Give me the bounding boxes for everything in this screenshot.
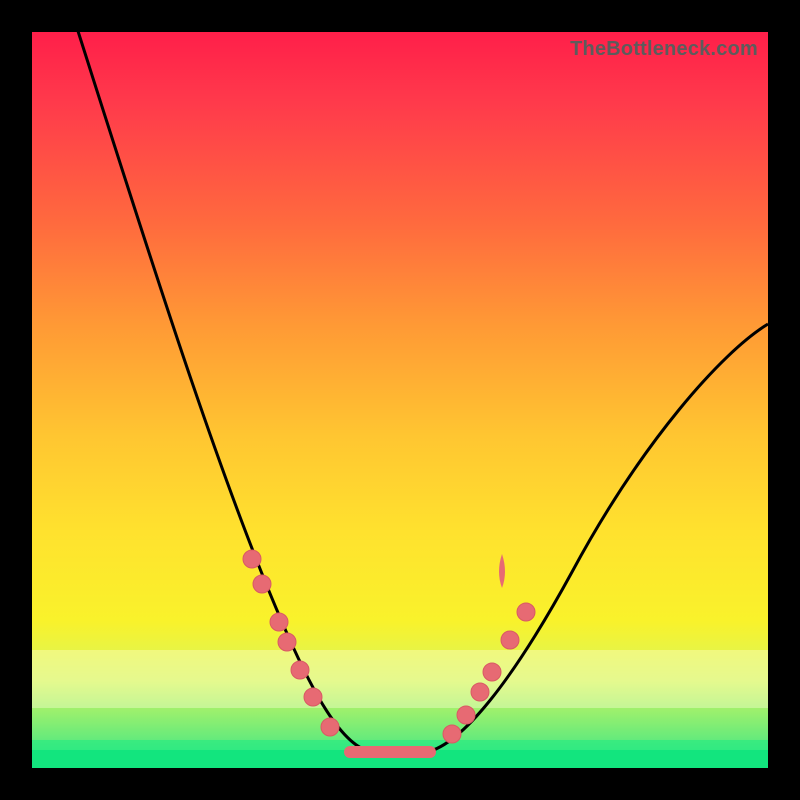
tear-icon <box>499 554 505 588</box>
marker-dot <box>304 688 322 706</box>
marker-dot <box>471 683 489 701</box>
marker-dot <box>321 718 339 736</box>
marker-dot <box>270 613 288 631</box>
marker-dot <box>501 631 519 649</box>
bottleneck-curve <box>77 32 768 752</box>
marker-dot <box>253 575 271 593</box>
marker-dot <box>443 725 461 743</box>
marker-dot <box>291 661 309 679</box>
marker-dot <box>517 603 535 621</box>
chart-svg <box>32 32 768 768</box>
watermark-text: TheBottleneck.com <box>570 38 758 61</box>
marker-dot <box>483 663 501 681</box>
marker-dot <box>278 633 296 651</box>
chart-frame: TheBottleneck.com <box>0 0 800 800</box>
plot-area: TheBottleneck.com <box>32 32 768 768</box>
marker-dot <box>457 706 475 724</box>
marker-dot <box>243 550 261 568</box>
